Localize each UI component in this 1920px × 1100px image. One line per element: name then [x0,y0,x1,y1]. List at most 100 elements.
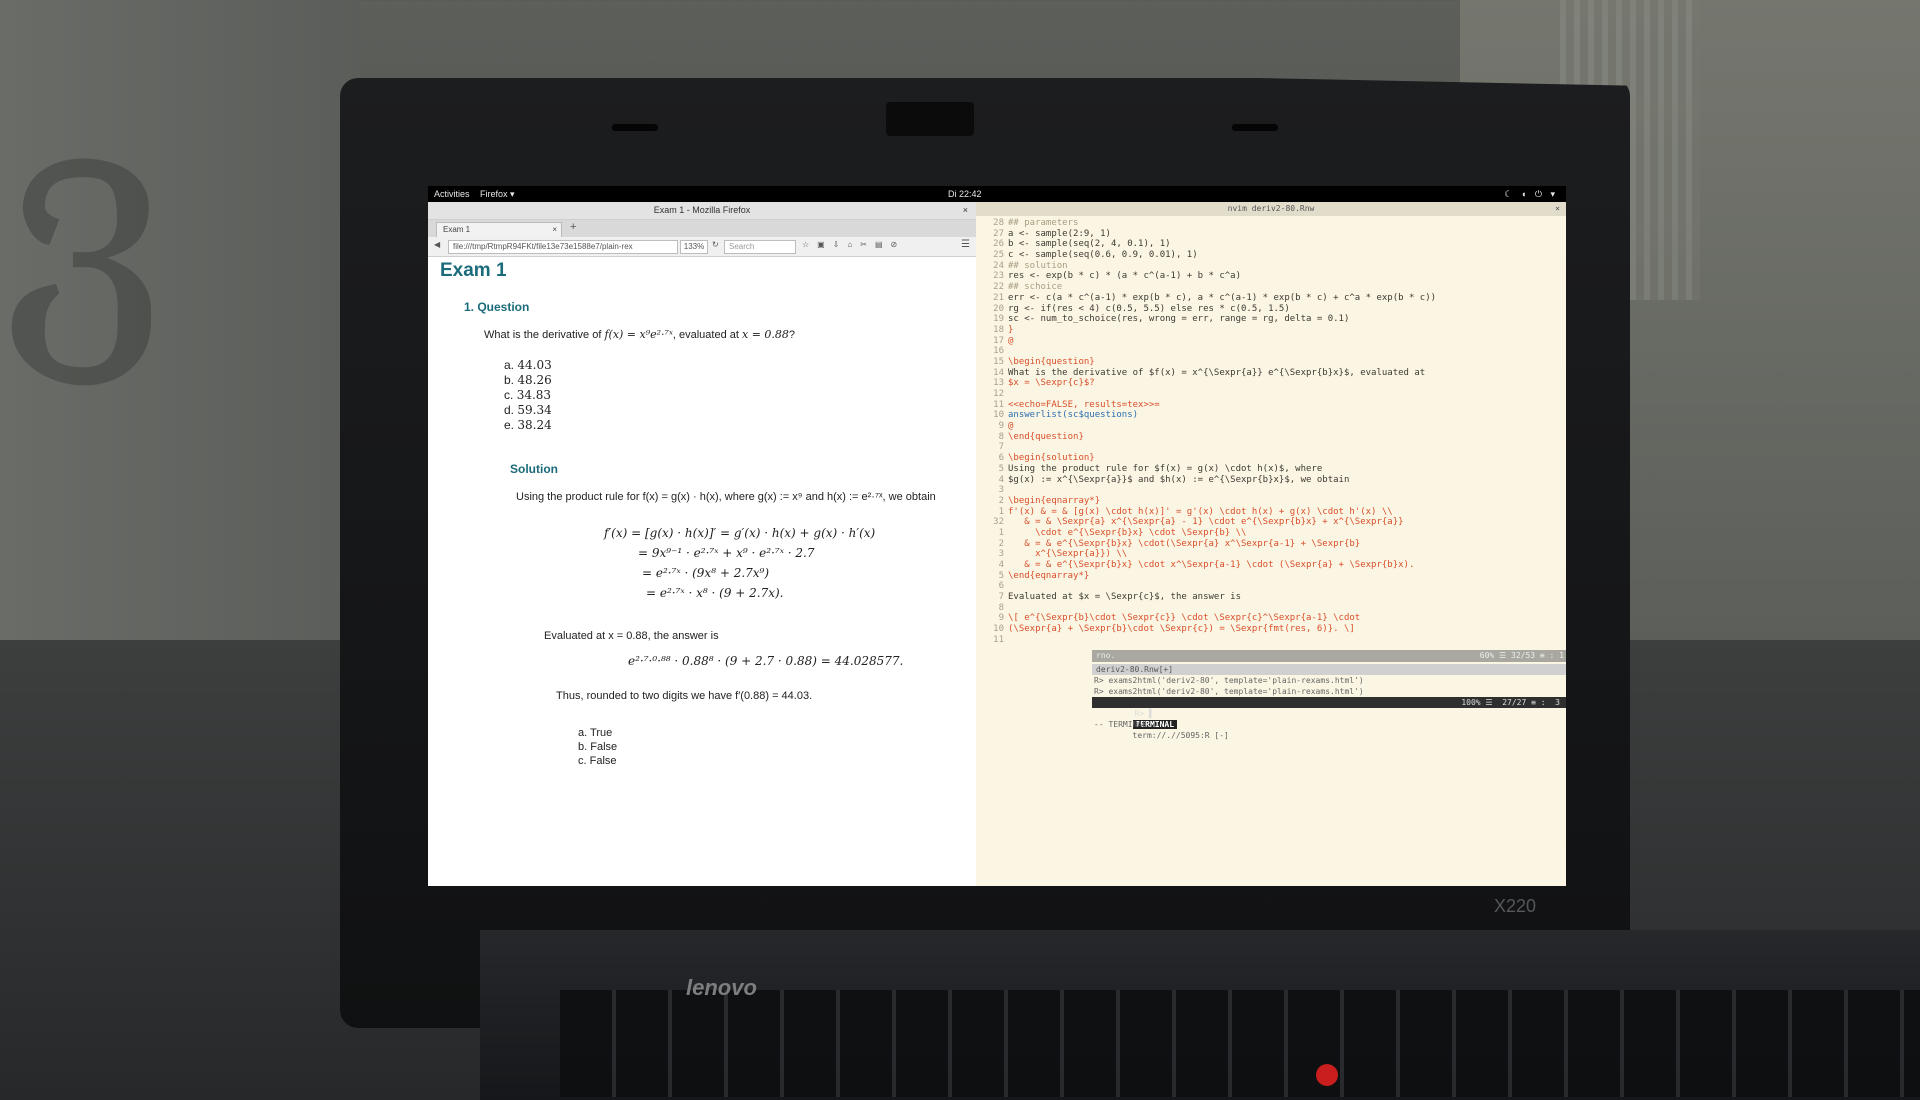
code-text: sc <- num_to_schoice(res, wrong = err, r… [1008,314,1350,325]
code-line: 27 a <- sample(2:9, 1) [976,229,1566,240]
code-text: \[ e^{\Sexpr{b}\cdot \Sexpr{c}} \cdot \S… [1008,613,1361,624]
code-text: \begin{question} [1008,356,1095,367]
terminal-path: term://.//5095:R [-] [1132,731,1229,740]
line-number: 15 [993,356,1004,367]
code-buffer[interactable]: 28 ## parameters 27 a <- sample(2:9, 1) 26 b … [976,218,1566,658]
code-line: 6 [976,581,1566,592]
code-text: Evaluated at $x = \Sexpr{c}$, the answer… [1008,592,1241,603]
toolbar-icons[interactable]: ☆▣⇩⌂✂▤⊘ [802,240,905,249]
question-formula: f(x) = x⁹e²·⁷ˣ [604,328,673,341]
code-line: 10 answerlist(sc$questions) [976,410,1566,421]
code-text: rg <- if(res < 4) c(0.5, 5.5) else res *… [1008,303,1290,314]
status-right: 60% ☰ 32/53 ≡ : 1 [1479,651,1564,660]
code-text: What is the derivative of $f(x) = x^{\Se… [1008,367,1426,378]
line-number: 25 [993,250,1004,261]
code-line: 18} [976,325,1566,336]
conclusion-text: Thus, rounded to two digits we have f′(0… [556,690,813,702]
exam-document: Exam 1 1. Question What is the derivativ… [428,256,976,886]
file-status: deriv2-80.Rnw[+] [1092,664,1566,675]
line-number: 10 [993,410,1004,421]
close-icon[interactable]: × [963,202,968,219]
code-line: 25 c <- sample(seq(0.6, 0.9, 0.01), 1) [976,250,1566,261]
zoom-indicator[interactable]: 133% [680,240,708,254]
line-number: 4 [998,560,1004,570]
line-number: 4 [998,474,1004,485]
code-line: 26 b <- sample(seq(2, 4, 0.1), 1) [976,239,1566,250]
code-line: 3 x^{\Sexpr{a}}) \\ [976,549,1566,560]
lid-vent-right [1232,124,1278,131]
code-line: 5 Using the product rule for $f(x) = g(x)… [976,464,1566,475]
new-tab-icon[interactable]: + [570,221,576,233]
code-text: & = & e^{\Sexpr{b}x} \cdot x^\Sexpr{a-1}… [1008,560,1415,570]
line-number: 32 [993,517,1004,528]
truth-value: False [590,741,618,753]
code-text: c <- sample(seq(0.6, 0.9, 0.01), 1) [1008,250,1198,261]
search-input[interactable]: Search [724,240,796,254]
hamburger-menu-icon[interactable]: ☰ [961,239,970,250]
tab-close-icon[interactable]: × [552,223,557,237]
code-line: 15 \begin{question} [976,357,1566,368]
answer-label: e. [504,418,515,432]
lid-vent-left [612,124,658,131]
code-text: & = & e^{\Sexpr{b}x} \cdot(\Sexpr{a} x^\… [1008,538,1361,549]
list-item: a. True [578,726,617,740]
list-item: e. 38.24 [504,418,552,433]
solution-heading: Solution [510,462,558,476]
line-number: 24 [993,260,1004,271]
line-number: 7 [998,592,1004,603]
activities-button[interactable]: Activities [434,189,470,199]
code-line: 9 \[ e^{\Sexpr{b}\cdot \Sexpr{c}} \cdot \… [976,613,1566,624]
system-status-icons[interactable]: ☾ ◖ ⏻ ▾ [1504,189,1558,200]
question-point: x = 0.88 [742,328,789,341]
code-text: <<echo=FALSE, results=tex>>= [1008,399,1160,410]
line-number: 21 [993,292,1004,303]
keyboard [560,990,1920,1097]
reload-icon[interactable]: ↻ [712,240,719,249]
code-line: 5 \end{eqnarray*} [976,571,1566,582]
background-wall: ვ [0,0,360,640]
code-line: 12 [976,389,1566,400]
code-line: 6 \begin{solution} [976,453,1566,464]
question-heading: 1. Question [464,300,530,314]
code-text: (\Sexpr{a} + \Sexpr{b}\cdot \Sexpr{c}) =… [1008,624,1355,635]
list-item: c. False [578,754,617,768]
app-menu[interactable]: Firefox ▾ [480,189,515,200]
derivation-line: = e²·⁷ˣ · (9x⁸ + 2.7x⁹) [642,566,770,580]
truth-label: a. [578,727,588,739]
code-text: } [1008,324,1014,335]
url-bar[interactable]: file:///tmp/RtmpR94FKt/file13e73e1588e7/… [448,240,678,254]
answer-label: b. [504,373,515,387]
code-line: 17 @ [976,336,1566,347]
line-number: 20 [993,303,1004,314]
tab-strip: Exam 1 × + [428,220,976,238]
line-number: 6 [998,581,1004,592]
code-line: 1 \cdot e^{\Sexpr{b}x} \cdot \Sexpr{b} \… [976,528,1566,539]
tab-exam-1[interactable]: Exam 1 × [436,222,562,238]
answer-label: d. [504,403,515,417]
code-text: \begin{solution} [1008,453,1095,464]
line-number: 11 [993,634,1004,645]
line-number: 17 [993,335,1004,346]
clock[interactable]: Di 22:42 [948,189,982,199]
line-number: 19 [993,314,1004,325]
line-number: 2 [998,495,1004,506]
question-suffix: ? [788,329,796,341]
terminal-pane[interactable]: deriv2-80.Rnw[+] R> exams2html('deriv2-8… [1092,664,1566,886]
close-icon[interactable]: × [1555,202,1560,216]
code-line: 9 @ [976,421,1566,432]
list-item: b. 48.26 [504,373,552,388]
line-number: 28 [993,218,1004,228]
terminal-line: R> exams2html('deriv2-80', template='pla… [1094,676,1364,685]
code-line: 21 err <- c(a * c^(a-1) * exp(b * c), a *… [976,293,1566,304]
terminal-mode-line: TERMINAL term://.//5095:R [-] [1092,708,1566,740]
line-number: 6 [998,453,1004,464]
derivation-line: = 9x⁹⁻¹ · e²·⁷ˣ + x⁹ · e²·⁷ˣ · 2.7 [638,546,815,560]
back-icon[interactable]: ◀ [434,240,440,249]
code-line: 7 Evaluated at $x = \Sexpr{c}$, the answe… [976,592,1566,603]
trackpoint[interactable] [1316,1064,1338,1086]
code-text: \cdot e^{\Sexpr{b}x} \cdot \Sexpr{b} \\ [1008,527,1247,538]
code-text: err <- c(a * c^(a-1) * exp(b * c), a * c… [1008,292,1437,303]
line-number: 26 [993,239,1004,250]
status-left: rno. [1096,651,1116,660]
line-number: 1 [998,506,1004,517]
